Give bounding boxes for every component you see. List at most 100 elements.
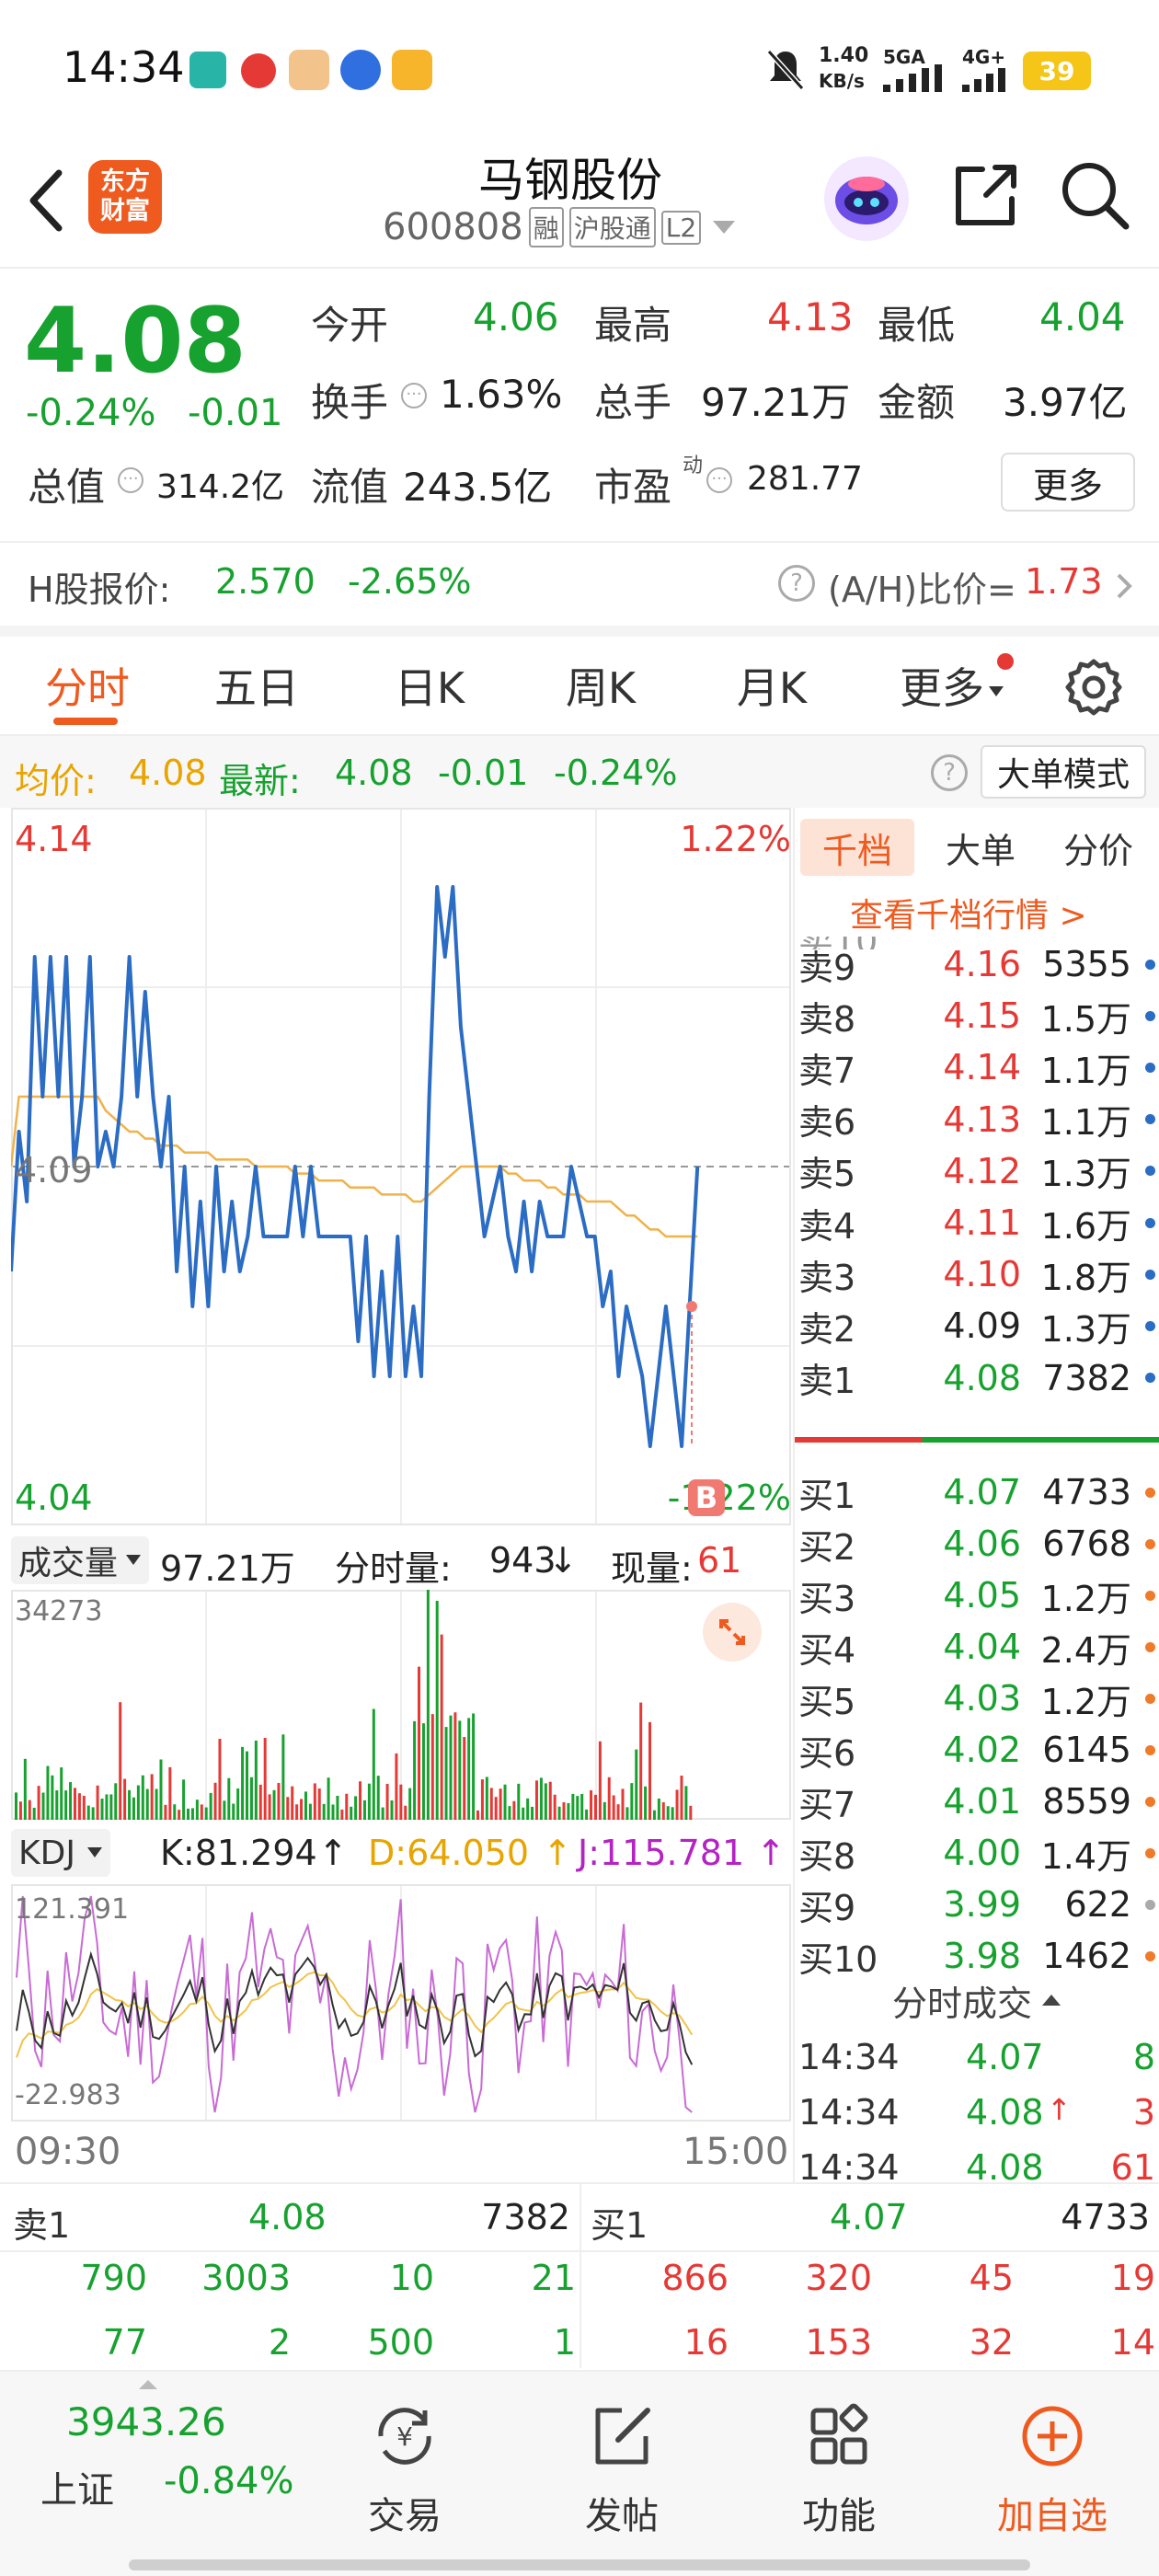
- queue-buy-price: 4.07: [830, 2197, 908, 2237]
- tab-monthly-k[interactable]: 月K: [703, 637, 841, 734]
- ask-row[interactable]: 卖1 4.08 7382: [795, 1352, 1159, 1404]
- info-icon[interactable]: ···: [706, 467, 732, 493]
- bid-dot: [1145, 1590, 1155, 1601]
- nav-add-watchlist[interactable]: 加自选: [951, 2372, 1153, 2576]
- ai-assistant-icon[interactable]: [824, 156, 909, 241]
- view-full-depth-link[interactable]: 查看千档行情 >: [850, 889, 1087, 937]
- queue-buy-cell: 866: [661, 2258, 729, 2298]
- bid-row[interactable]: 买8 4.00 1.4万: [795, 1827, 1159, 1879]
- eastmoney-logo[interactable]: 东方 财富: [88, 160, 162, 234]
- volume-bar: [173, 1804, 177, 1820]
- volume-bar: [585, 1809, 589, 1820]
- index-ticker[interactable]: 3943.26 上证 -0.84%: [0, 2372, 294, 2576]
- tick-volume-label: 分时量:: [335, 1548, 452, 1589]
- volume-bar: [37, 1786, 40, 1820]
- volume-bar: [141, 1775, 144, 1820]
- open-value: 4.06: [473, 294, 559, 339]
- volume-bar: [625, 1807, 629, 1820]
- tab-price-dist[interactable]: 分价: [1041, 819, 1155, 876]
- ask-row[interactable]: 卖2 4.09 1.3万: [795, 1300, 1159, 1351]
- price-chart[interactable]: 东方财富 4.14 1.22% 4.09 4.04 -1.22% B: [11, 808, 791, 1525]
- ask-row[interactable]: 卖8 4.15 1.5万: [795, 990, 1159, 1041]
- latest-label: 最新:: [219, 761, 301, 801]
- tab-more-label: 更多: [900, 663, 984, 713]
- bid-row[interactable]: 买4 4.04 2.4万: [795, 1621, 1159, 1673]
- tab-five-day[interactable]: 五日: [188, 637, 326, 734]
- big-order-mode-button[interactable]: 大单模式: [981, 745, 1146, 799]
- tab-full-depth-label: 千档: [821, 830, 892, 871]
- ask-row[interactable]: 卖3 4.10 1.8万: [795, 1248, 1159, 1300]
- share-icon[interactable]: [951, 160, 1021, 230]
- trade-time: 14:34: [798, 2037, 900, 2077]
- queue-sell-cell: 1: [553, 2322, 576, 2363]
- volume-bar: [408, 1788, 412, 1820]
- trade-volume: 3: [1132, 2092, 1155, 2133]
- logo-line-1: 东方: [100, 167, 150, 196]
- bid-row[interactable]: 买5 4.03 1.2万: [795, 1673, 1159, 1724]
- ask-row[interactable]: 卖7 4.14 1.1万: [795, 1041, 1159, 1093]
- volume-bar: [232, 1803, 235, 1820]
- bid-row[interactable]: 买3 4.05 1.2万: [795, 1570, 1159, 1621]
- tab-big-orders[interactable]: 大单: [924, 819, 1038, 876]
- settings-gear-icon[interactable]: [1063, 657, 1124, 718]
- back-icon[interactable]: [24, 164, 70, 237]
- plus-circle-icon: [1016, 2399, 1089, 2473]
- h-share-row[interactable]: H股报价: 2.570 -2.65% ? (A/H)比价= 1.73: [0, 545, 1159, 626]
- buy-marker[interactable]: B: [688, 1479, 725, 1516]
- ask-row[interactable]: 卖6 4.13 1.1万: [795, 1094, 1159, 1145]
- bid-price: 4.02: [943, 1730, 1021, 1770]
- tab-full-depth[interactable]: 千档: [800, 819, 914, 876]
- volume-bar: [499, 1788, 502, 1820]
- kdj-chart[interactable]: 121.391 -22.983: [11, 1884, 791, 2122]
- volume-bar: [258, 1784, 262, 1820]
- more-button[interactable]: 更多: [1001, 453, 1135, 512]
- gesture-bar: [129, 2559, 1030, 2570]
- volume-bar: [32, 1807, 36, 1820]
- trade-price: 4.08: [966, 2092, 1044, 2133]
- help-icon[interactable]: ?: [931, 754, 968, 791]
- bid-row[interactable]: 买7 4.01 8559: [795, 1776, 1159, 1827]
- help-icon[interactable]: ?: [778, 565, 815, 602]
- volume-bar: [345, 1793, 349, 1820]
- ask-price: 4.11: [943, 1202, 1021, 1243]
- ask-row[interactable]: 卖5 4.12 1.3万: [795, 1145, 1159, 1197]
- info-icon[interactable]: ···: [401, 383, 427, 408]
- ask-row[interactable]: 卖4 4.11 1.6万: [795, 1197, 1159, 1248]
- ask-row[interactable]: 卖9 4.16 5355: [795, 938, 1159, 990]
- last-price: 4.08: [24, 289, 247, 394]
- volume-selector[interactable]: 成交量: [11, 1536, 150, 1584]
- search-icon[interactable]: [1058, 158, 1131, 232]
- volume-bar: [317, 1788, 321, 1820]
- volume-bar: [418, 1666, 421, 1820]
- nav-trade[interactable]: ¥ 交易: [304, 2372, 506, 2576]
- bid-label: 买5: [798, 1681, 856, 1722]
- queue-buy-cell: 320: [805, 2258, 872, 2298]
- bid-row[interactable]: 买1 4.07 4733: [795, 1466, 1159, 1518]
- bid-row[interactable]: 买6 4.02 6145: [795, 1724, 1159, 1776]
- kdj-selector[interactable]: KDJ: [11, 1829, 110, 1877]
- tab-daily-k[interactable]: 日K: [361, 637, 499, 734]
- volume-bar: [449, 1715, 453, 1820]
- bid-row[interactable]: 买9 3.99 622: [795, 1879, 1159, 1930]
- info-icon[interactable]: ···: [118, 467, 143, 493]
- nav-post[interactable]: 发帖: [521, 2372, 723, 2576]
- tab-weekly-k[interactable]: 周K: [532, 637, 670, 734]
- quote-divider: [0, 541, 1159, 543]
- volume-bar: [648, 1721, 652, 1820]
- volume-bar: [476, 1810, 480, 1820]
- stock-code-row[interactable]: 600808 融 沪股通 L2: [383, 204, 738, 250]
- bid-row[interactable]: 买2 4.06 6768: [795, 1518, 1159, 1570]
- volume-bar: [467, 1718, 471, 1820]
- nav-functions[interactable]: 功能: [738, 2372, 940, 2576]
- volume-total: 97.21万: [160, 1548, 295, 1589]
- bid-volume: 1.4万: [1040, 1835, 1131, 1877]
- queue-sell-cell: 3003: [201, 2258, 291, 2298]
- volume-bar: [64, 1790, 68, 1820]
- trades-header[interactable]: 分时成交: [795, 1971, 1159, 2030]
- volume-bar: [223, 1800, 226, 1820]
- ask-label: 卖7: [798, 1050, 856, 1091]
- ask-volume: 1.1万: [1040, 1050, 1131, 1091]
- volume-chart[interactable]: 34273: [11, 1590, 791, 1820]
- expand-icon[interactable]: [703, 1603, 762, 1662]
- tab-more[interactable]: 更多: [883, 637, 1021, 734]
